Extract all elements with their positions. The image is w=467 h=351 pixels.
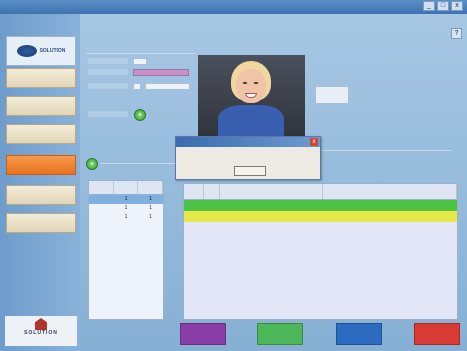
small-col-header-3[interactable] [138,181,164,194]
message-dialog: x [175,136,321,180]
sidebar-item-active[interactable] [6,155,76,175]
table-row[interactable] [184,200,457,211]
visits-table [183,183,458,320]
help-button[interactable]: ? [451,28,462,39]
logo-mark-icon [16,45,37,57]
field-input-1[interactable] [133,58,147,65]
col-header-1[interactable] [184,184,204,199]
window-controls: _ □ x [423,1,463,11]
action-button-1[interactable] [180,323,226,345]
field-label-1 [88,58,128,64]
visits-table-header [184,184,457,200]
small-table: 1 1 1 1 1 1 [88,180,164,320]
building-icon [35,318,47,330]
section-divider-3 [322,150,452,151]
col-header-4[interactable] [323,184,457,199]
dialog-title-bar [176,137,320,147]
action-button-4[interactable] [414,323,460,345]
sidebar-item-2[interactable] [6,96,76,116]
sidebar-item-6[interactable] [6,213,76,233]
table-row[interactable] [184,211,457,222]
dialog-close-icon[interactable]: x [310,138,318,146]
company-name: SOLUTION [24,330,58,336]
add-visit-icon[interactable]: + [86,158,98,170]
app-window: _ □ x ? SOLUTION SOLUTION + + 1 1 1 1 1 … [0,0,467,351]
close-button[interactable]: x [451,1,463,11]
table-row[interactable]: 1 1 [89,204,163,213]
section-divider [86,53,196,54]
field-input-3b[interactable] [145,83,190,90]
company-logo: SOLUTION [5,316,77,346]
field-input-3a[interactable] [133,83,141,90]
col-header-3[interactable] [220,184,323,199]
capture-photo-button[interactable] [315,86,349,104]
action-button-2[interactable] [257,323,303,345]
add-icon[interactable]: + [134,109,146,121]
table-row[interactable]: 1 1 [89,195,163,204]
field-label-2 [88,69,128,75]
sidebar-item-3[interactable] [6,124,76,144]
title-bar: _ □ x [0,0,467,14]
dialog-ok-button[interactable] [234,166,266,176]
sidebar-item-5[interactable] [6,185,76,205]
small-col-header-1[interactable] [89,181,114,194]
sidebar: SOLUTION SOLUTION [0,14,80,351]
small-table-header [89,181,164,195]
dialog-message [176,147,320,153]
field-label-4 [88,111,128,117]
section-divider-2 [100,163,180,164]
table-row[interactable]: 1 1 [89,213,163,222]
sidebar-item-1[interactable] [6,68,76,88]
minimize-button[interactable]: _ [423,1,435,11]
field-input-2[interactable] [133,69,189,76]
small-col-header-2[interactable] [114,181,139,194]
brand-logo: SOLUTION [6,36,76,66]
brand-logo-text: SOLUTION [39,48,66,54]
field-label-3 [88,83,128,89]
member-photo [198,55,305,140]
action-button-3[interactable] [336,323,382,345]
maximize-button[interactable]: □ [437,1,449,11]
col-header-2[interactable] [204,184,220,199]
